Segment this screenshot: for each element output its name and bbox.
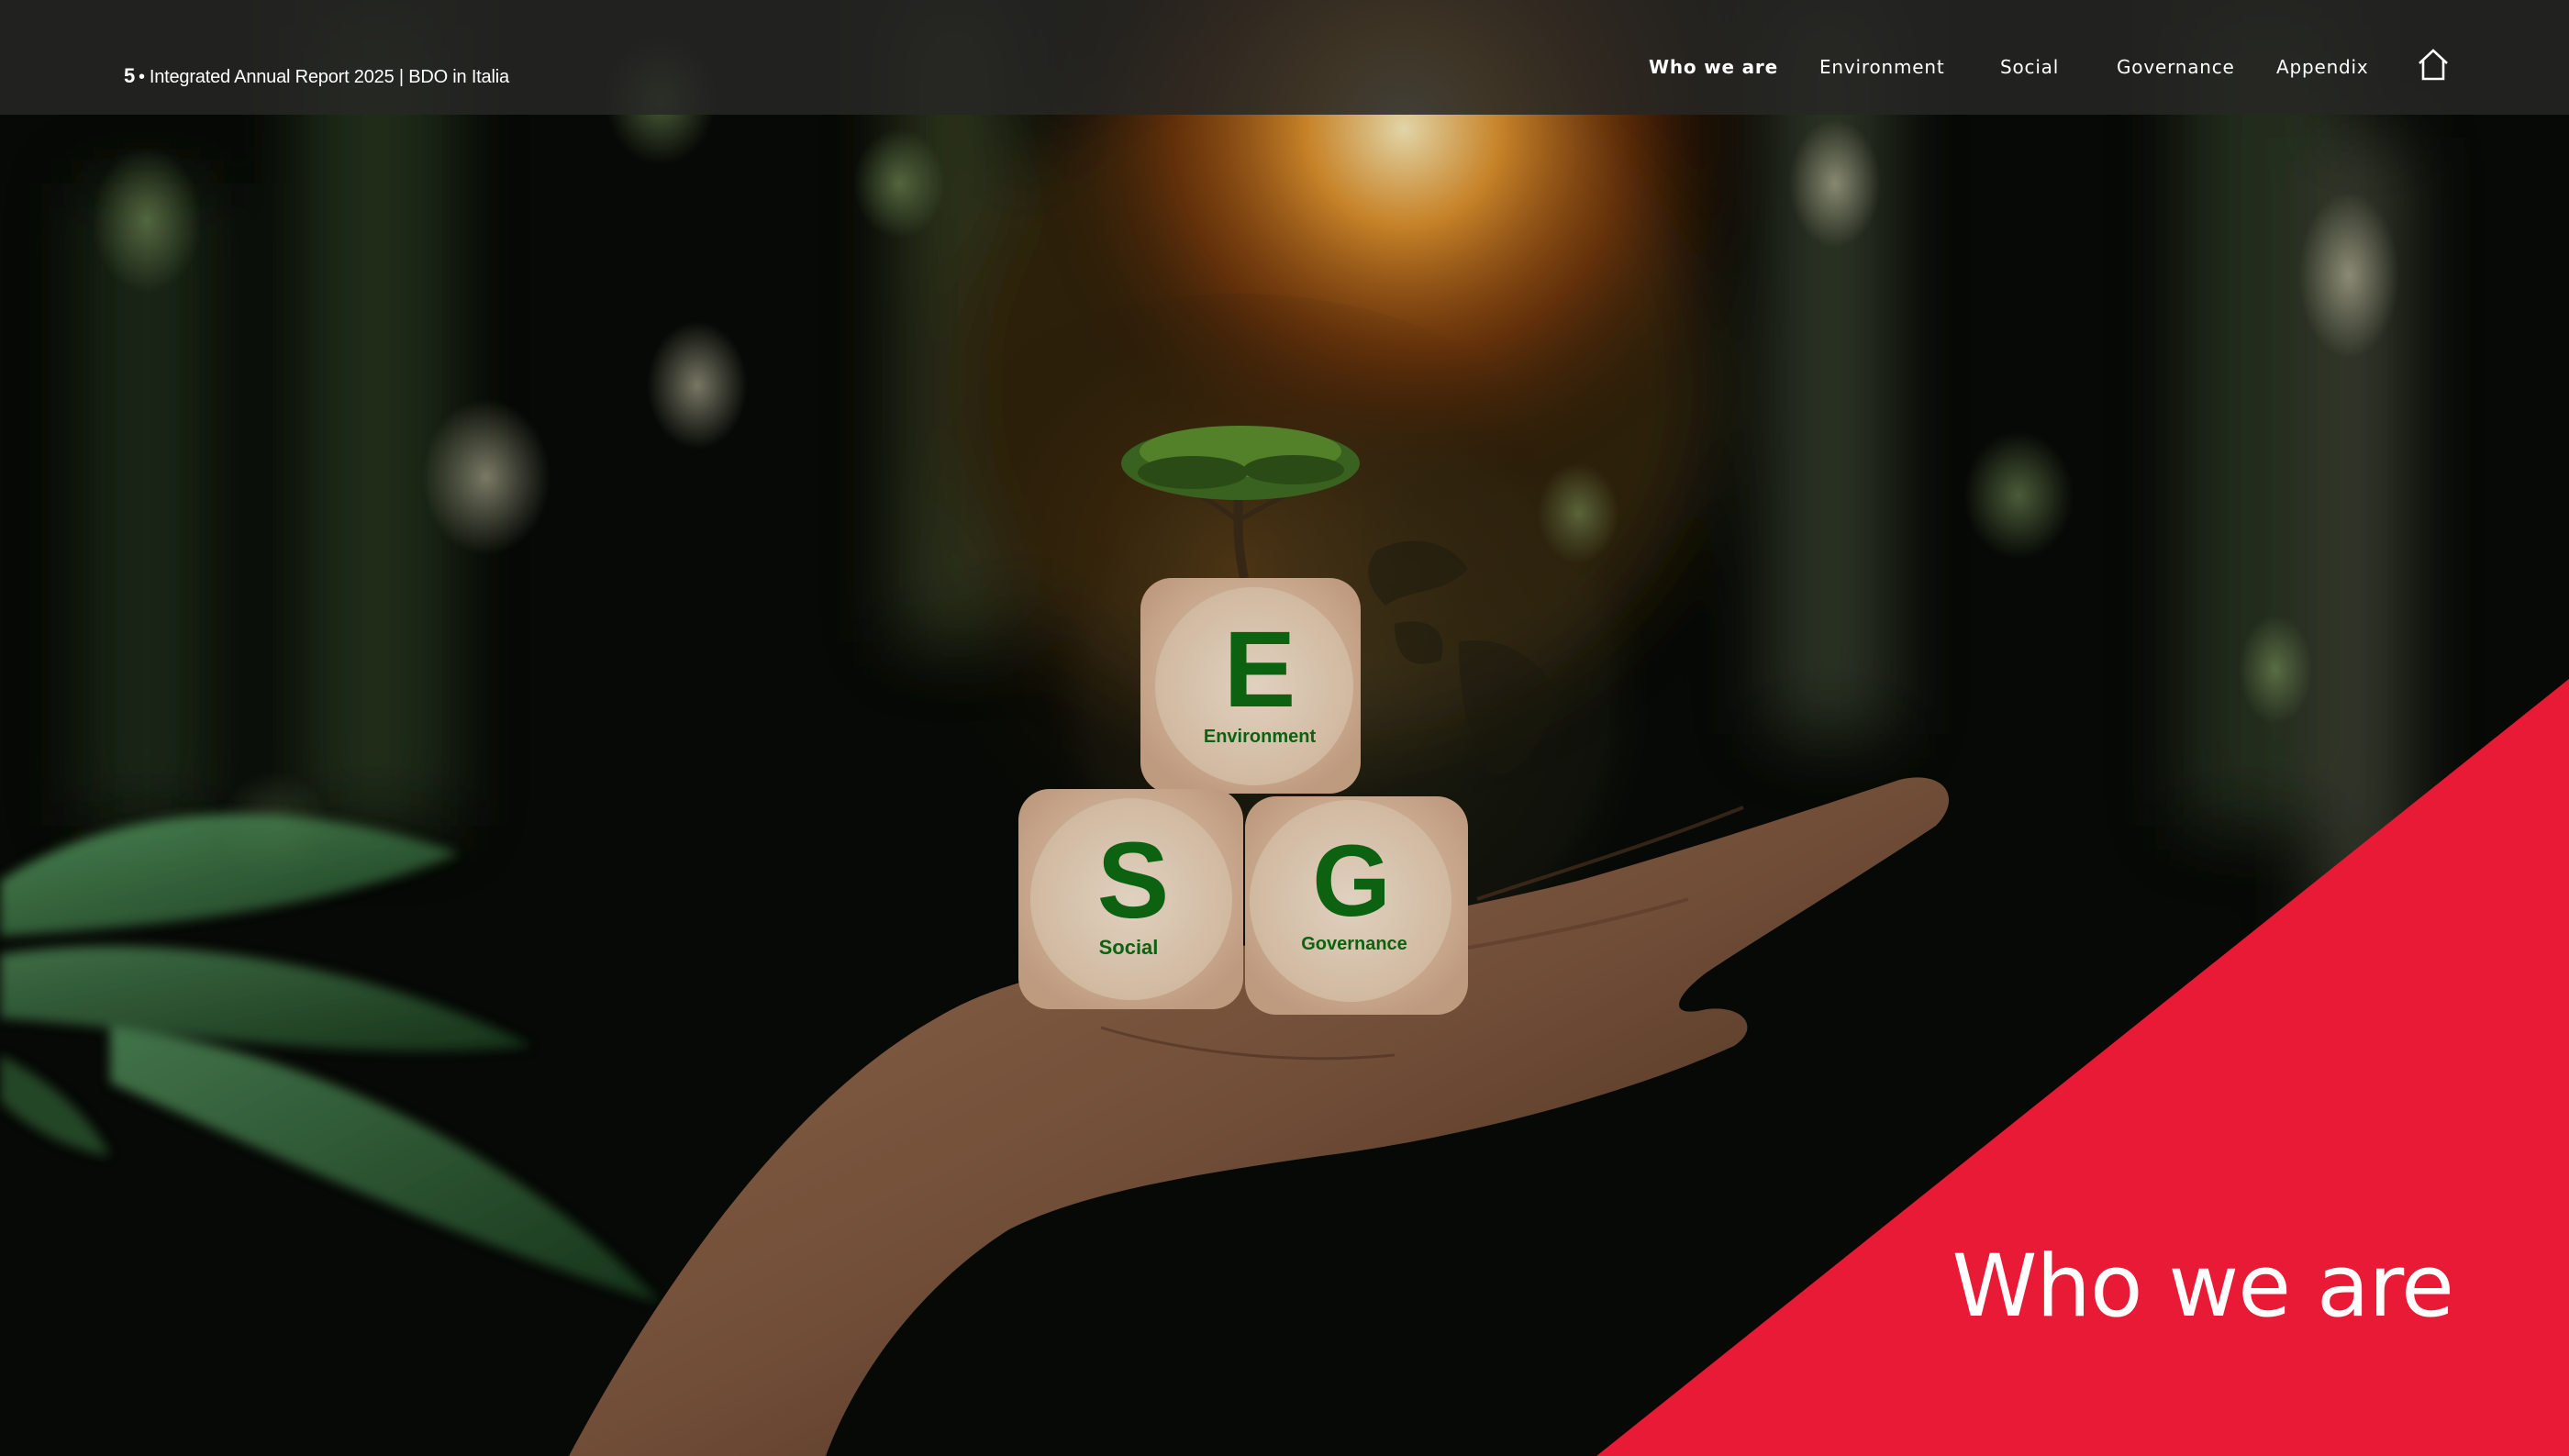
home-button[interactable] (2416, 48, 2451, 83)
page-reference: 5 • Integrated Annual Report 2025 | BDO in… (124, 64, 509, 88)
nav-environment[interactable]: Environment (1819, 56, 1945, 78)
page-number: 5 (124, 64, 136, 87)
section-title: Who we are (1952, 1237, 2454, 1337)
page-separator: • (139, 67, 145, 87)
nav-appendix[interactable]: Appendix (2276, 56, 2369, 78)
nav-social[interactable]: Social (2000, 56, 2059, 78)
home-icon (2419, 49, 2448, 81)
top-bar: 5 • Integrated Annual Report 2025 | BDO in… (0, 0, 2569, 115)
report-title: Integrated Annual Report 2025 | BDO in I… (149, 67, 509, 87)
report-page: E Environment S Social G Governance Who … (0, 0, 2569, 1456)
nav-governance[interactable]: Governance (2117, 56, 2235, 78)
nav-who-we-are[interactable]: Who we are (1649, 56, 1778, 78)
